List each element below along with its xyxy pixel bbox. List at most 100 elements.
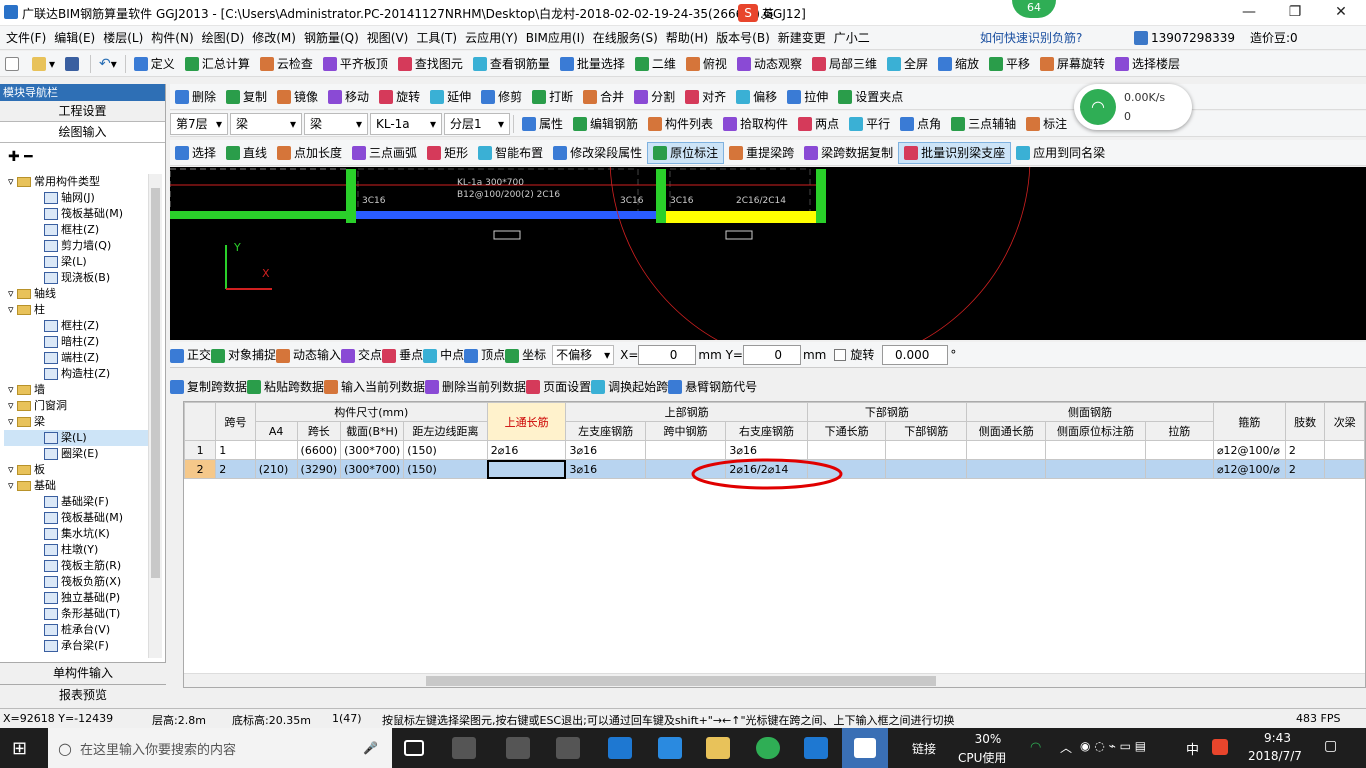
cell-r0-c13[interactable] [1045, 440, 1146, 460]
tree-node-0[interactable]: ▿ 常用构件类型 [4, 174, 148, 190]
tb4-item-3[interactable]: 三点画弧 [347, 142, 422, 164]
tb1-item-10[interactable]: 局部三维 [807, 53, 882, 75]
app-spiral-icon[interactable] [556, 737, 580, 759]
offset-select[interactable]: 不偏移 ▾ [552, 344, 615, 365]
app-e-icon[interactable] [506, 737, 530, 759]
gtb-item-0[interactable]: 复制跨数据 [170, 378, 247, 395]
network-tray-icon[interactable]: ◠ [1030, 740, 1041, 755]
beam-span-2-selected[interactable] [660, 211, 825, 223]
tb3-item-8[interactable]: 标注 [1021, 113, 1072, 135]
grid-h-scrollbar[interactable] [184, 673, 1365, 687]
tb2-item-12[interactable]: 拉伸 [782, 86, 833, 108]
tree-node-21[interactable]: 筏板基础(M) [4, 510, 148, 526]
tb2-item-3[interactable]: 移动 [323, 86, 374, 108]
beam-span-grid[interactable]: 跨号 构件尺寸(mm) 上通长筋 上部钢筋 下部钢筋 侧面钢筋 箍筋 肢数 次梁… [183, 401, 1366, 688]
tb1-item-1[interactable]: 汇总计算 [180, 53, 255, 75]
grid-h-scroll-thumb[interactable] [426, 676, 936, 686]
menu-item-3[interactable]: 构件(N) [147, 26, 197, 50]
tree-scroll-thumb[interactable] [151, 188, 160, 578]
edge-icon[interactable] [608, 737, 632, 759]
menu-item-13[interactable]: 版本号(B) [712, 26, 774, 50]
tree-node-22[interactable]: 集水坑(K) [4, 526, 148, 542]
gtb-item-2[interactable]: 输入当前列数据 [324, 378, 425, 395]
tree-scrollbar[interactable] [148, 174, 162, 658]
gtb-item-1[interactable]: 粘贴跨数据 [247, 378, 324, 395]
menu-item-10[interactable]: BIM应用(I) [522, 26, 589, 50]
menu-item-12[interactable]: 帮助(H) [662, 26, 712, 50]
menu-item-7[interactable]: 视图(V) [363, 26, 413, 50]
tree-node-23[interactable]: 柱墩(Y) [4, 542, 148, 558]
expand-collapse-icons[interactable]: ✚ ━ [0, 143, 165, 171]
report-preview-button[interactable]: 报表预览 [0, 684, 166, 706]
tray-up-arrow-icon[interactable]: ︿ [1060, 739, 1072, 756]
sogou-ime-icon[interactable]: S [738, 4, 758, 22]
cell-r0-c2[interactable] [254, 440, 298, 460]
cell-r0-c6[interactable]: 2⌀16 [486, 440, 567, 460]
user-phone[interactable]: 13907298339 [1130, 26, 1239, 50]
save-button[interactable] [60, 53, 87, 75]
tree-node-2[interactable]: 筏板基础(M) [4, 206, 148, 222]
tree-node-7[interactable]: ▿ 轴线 [4, 286, 148, 302]
open-file-button[interactable]: ▾ [27, 53, 60, 75]
cell-r1-c14[interactable] [1144, 459, 1214, 479]
snap-item-7[interactable]: 坐标 [505, 346, 546, 363]
menu-item-1[interactable]: 编辑(E) [50, 26, 99, 50]
beam-span-1[interactable] [350, 211, 660, 219]
menu-item-8[interactable]: 工具(T) [412, 26, 461, 50]
tb4-item-6[interactable]: 修改梁段属性 [548, 142, 647, 164]
tb4-item-4[interactable]: 矩形 [422, 142, 473, 164]
single-component-input-button[interactable]: 单构件输入 [0, 662, 166, 684]
tb4-item-11[interactable]: 应用到同名梁 [1011, 142, 1110, 164]
cell-r1-c15[interactable]: ⌀12@100/⌀ [1212, 459, 1286, 479]
gtb-item-6[interactable]: 悬臂钢筋代号 [668, 378, 757, 395]
tree-node-25[interactable]: 筏板负筋(X) [4, 574, 148, 590]
cell-r0-extra[interactable] [1324, 440, 1365, 460]
layer-select[interactable]: 分层1 ▾ [444, 112, 510, 135]
cell-r0-c15[interactable]: ⌀12@100/⌀ [1212, 440, 1286, 460]
tb1-item-7[interactable]: 二维 [630, 53, 681, 75]
tree-node-29[interactable]: 承台梁(F) [4, 638, 148, 654]
tree-node-11[interactable]: 端柱(Z) [4, 350, 148, 366]
clock-time[interactable]: 9:43 [1264, 731, 1291, 745]
tree-node-17[interactable]: 圈梁(E) [4, 446, 148, 462]
undo-button[interactable]: ↶ ▾ [94, 53, 122, 75]
tb2-item-5[interactable]: 延伸 [425, 86, 476, 108]
close-button[interactable]: ✕ [1318, 0, 1364, 26]
cell-r1-extra[interactable] [1324, 459, 1365, 479]
cell-r0-c14[interactable] [1144, 440, 1214, 460]
tree-node-5[interactable]: 梁(L) [4, 254, 148, 270]
tb1-item-8[interactable]: 俯视 [681, 53, 732, 75]
glodon-app-active[interactable] [842, 728, 888, 768]
tb4-item-1[interactable]: 直线 [221, 142, 272, 164]
tb2-item-7[interactable]: 打断 [527, 86, 578, 108]
tb1-item-5[interactable]: 查看钢筋量 [468, 53, 555, 75]
tree-node-18[interactable]: ▿ 板 [4, 462, 148, 478]
tree-toggle-18[interactable]: ▿ [8, 463, 17, 476]
price-beans[interactable]: 造价豆:0 [1246, 26, 1302, 50]
menu-item-0[interactable]: 文件(F) [2, 26, 50, 50]
tb3-item-7[interactable]: 三点辅轴 [946, 113, 1021, 135]
help-link[interactable]: 如何快速识别负筋? [976, 26, 1086, 50]
minimize-button[interactable]: — [1226, 0, 1272, 26]
snap-item-5[interactable]: 中点 [423, 346, 464, 363]
column-2[interactable] [656, 169, 666, 223]
tree-node-15[interactable]: ▿ 梁 [4, 414, 148, 430]
beam-drawing[interactable]: KL-1a 300*700 B12@100/200(2) 2C16 3C16 3… [170, 167, 1366, 340]
task-view-icon[interactable] [404, 740, 424, 756]
tb2-item-13[interactable]: 设置夹点 [833, 86, 908, 108]
tree-node-8[interactable]: ▿ 柱 [4, 302, 148, 318]
tb2-item-8[interactable]: 合并 [578, 86, 629, 108]
cell-r0-c7[interactable]: 3⌀16 [565, 440, 646, 460]
snap-item-0[interactable]: 正交 [170, 346, 211, 363]
maximize-button[interactable]: ❐ [1272, 0, 1318, 26]
tree-node-10[interactable]: 暗柱(Z) [4, 334, 148, 350]
beam-span-left[interactable] [170, 211, 350, 219]
tb1-item-6[interactable]: 批量选择 [555, 53, 630, 75]
sogou-tray-icon[interactable] [1212, 739, 1228, 755]
app-green-icon[interactable] [756, 737, 780, 759]
menu-item-6[interactable]: 钢筋量(Q) [300, 26, 363, 50]
tb1-item-15[interactable]: 选择楼层 [1110, 53, 1185, 75]
type-select-2[interactable]: 梁 ▾ [304, 112, 368, 135]
span-input-box-2[interactable] [725, 230, 753, 240]
tree-toggle-0[interactable]: ▿ [8, 175, 17, 188]
